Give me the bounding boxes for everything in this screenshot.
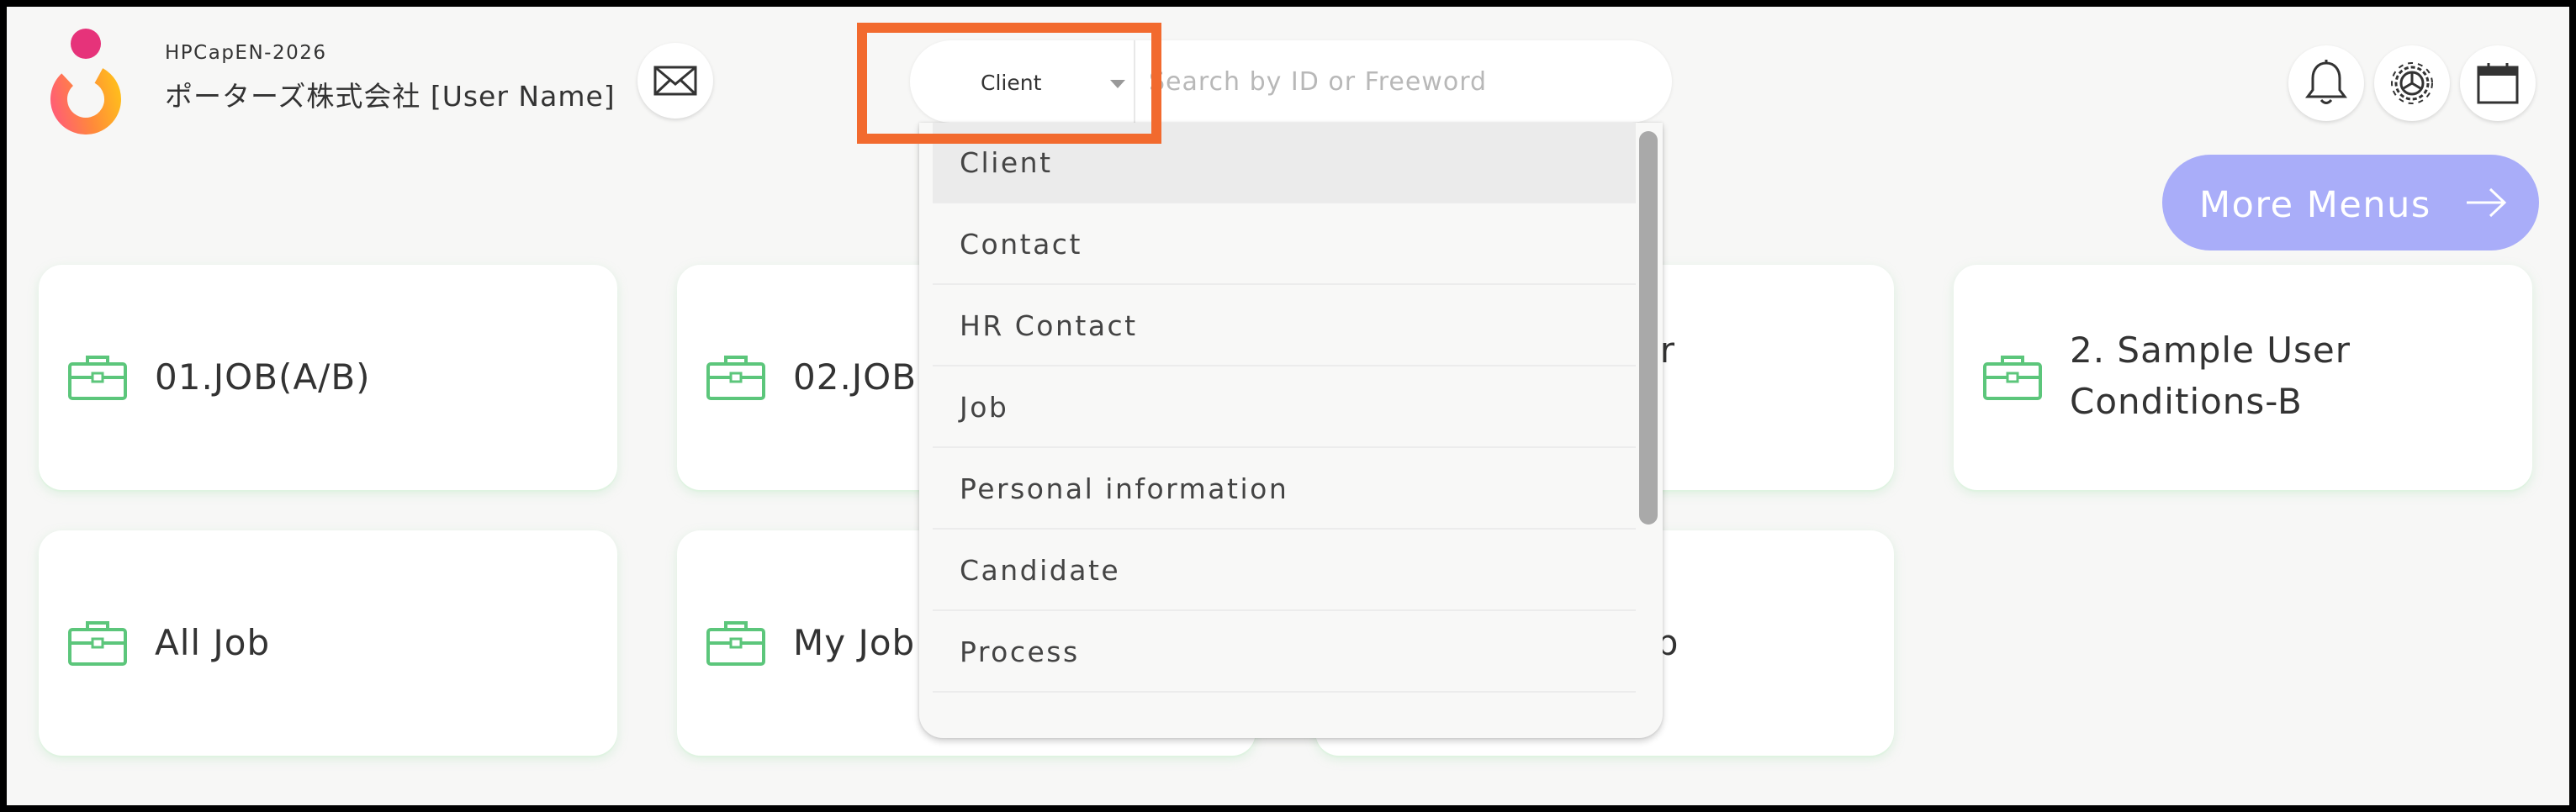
dropdown-item-hr-contact[interactable]: HR Contact xyxy=(933,286,1636,366)
card-label: My Job xyxy=(793,622,916,663)
dropdown-scrollbar[interactable] xyxy=(1639,131,1658,525)
briefcase-icon xyxy=(68,356,127,400)
bell-icon xyxy=(2305,60,2347,104)
dropdown-item-candidate[interactable]: Candidate xyxy=(933,530,1636,611)
highlight-annotation xyxy=(857,23,1161,144)
search-input[interactable] xyxy=(1149,61,1653,103)
card-label: All Job xyxy=(155,622,271,663)
company-code: HPCapEN-2026 xyxy=(165,42,327,64)
company-name: ポーターズ株式会社 [User Name] xyxy=(165,80,616,113)
company-block: HPCapEN-2026 ポーターズ株式会社 [User Name] xyxy=(165,42,616,114)
search-type-dropdown: Client Contact HR Contact Job Personal i… xyxy=(919,123,1663,738)
dropdown-item-contact[interactable]: Contact xyxy=(933,204,1636,285)
dropdown-item-job[interactable]: Job xyxy=(933,367,1636,448)
settings-button[interactable] xyxy=(2374,45,2450,121)
briefcase-icon xyxy=(706,356,765,400)
card-label: 02.JOB xyxy=(793,356,918,398)
more-menus-label: More Menus xyxy=(2199,184,2431,226)
calendar-button[interactable] xyxy=(2460,45,2536,121)
more-menus-button[interactable]: More Menus xyxy=(2162,155,2539,250)
mail-button[interactable] xyxy=(637,43,713,119)
briefcase-icon xyxy=(706,621,765,666)
calendar-icon xyxy=(2477,63,2519,104)
menu-card[interactable]: All Job xyxy=(39,530,617,756)
app-window: HPCapEN-2026 ポーターズ株式会社 [User Name] Clien… xyxy=(7,7,2569,805)
menu-card[interactable]: 2. Sample User Conditions-B xyxy=(1954,265,2532,490)
menu-card[interactable]: 01.JOB(A/B) xyxy=(39,265,617,490)
mail-icon xyxy=(653,66,697,96)
card-label: 2. Sample User Conditions-B xyxy=(2070,330,2351,422)
company-logo[interactable] xyxy=(39,24,133,134)
gear-icon xyxy=(2391,62,2433,104)
arrow-right-icon xyxy=(2467,187,2507,218)
notifications-button[interactable] xyxy=(2288,45,2364,121)
dropdown-item-process[interactable]: Process xyxy=(933,612,1636,693)
briefcase-icon xyxy=(68,621,127,666)
dropdown-item-personal-information[interactable]: Personal information xyxy=(933,449,1636,530)
card-label: 01.JOB(A/B) xyxy=(155,356,371,398)
briefcase-icon xyxy=(1983,356,2042,400)
